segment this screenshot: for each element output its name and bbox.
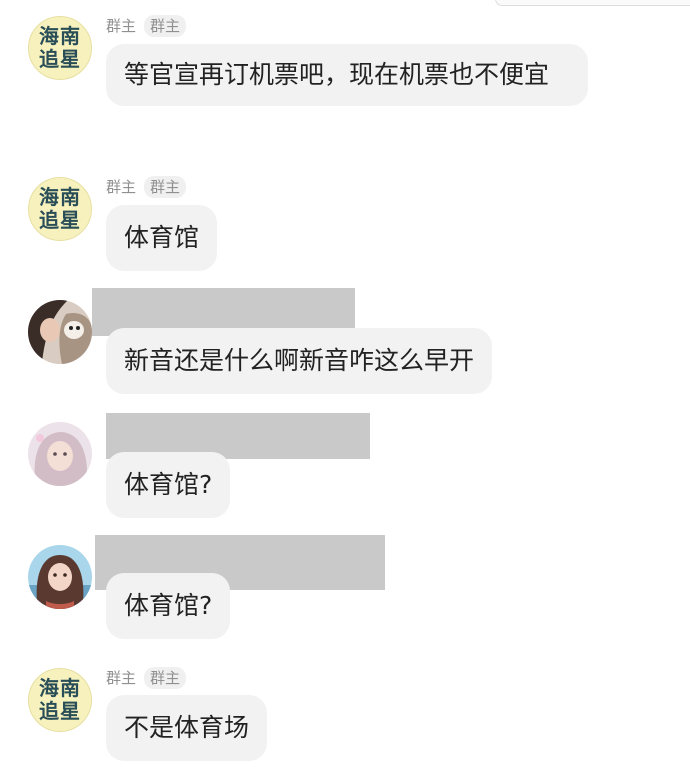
avatar-user-photo[interactable] [28, 422, 92, 486]
user-photo-image [28, 300, 92, 364]
sender-badges: 群主 群主 [106, 176, 187, 198]
avatar-text-line1: 海南 [39, 24, 81, 48]
message-bubble[interactable]: 新音还是什么啊新音咋这么早开 [106, 328, 493, 394]
group-owner-badge: 群主 [144, 15, 187, 37]
avatar-user-photo[interactable] [28, 300, 92, 364]
avatar-text-line2: 追星 [39, 47, 81, 71]
message-bubble[interactable]: 体育馆? [106, 452, 231, 518]
group-owner-badge: 群主 [144, 667, 187, 689]
sender-badges: 群主 群主 [106, 667, 187, 689]
group-owner-badge: 群主 [106, 17, 137, 35]
group-owner-badge: 群主 [106, 178, 137, 196]
input-box-edge [495, 0, 690, 6]
user-photo-image [28, 545, 92, 609]
avatar-text-line1: 海南 [39, 185, 81, 209]
avatar-text-line2: 追星 [39, 208, 81, 232]
group-owner-badge: 群主 [106, 669, 137, 687]
avatar-text-line2: 追星 [39, 699, 81, 723]
avatar-text-line1: 海南 [39, 676, 81, 700]
message-bubble[interactable]: 体育馆 [106, 205, 218, 271]
avatar-hainan-zhuixing[interactable]: 海南 追星 [28, 16, 92, 80]
message-bubble[interactable]: 不是体育场 [106, 695, 268, 761]
message-bubble[interactable]: 体育馆? [106, 573, 231, 639]
message-bubble[interactable]: 等官宣再订机票吧，现在机票也不便宜 [106, 44, 588, 106]
sender-badges: 群主 群主 [106, 15, 187, 37]
avatar-user-photo[interactable] [28, 545, 92, 609]
group-owner-badge: 群主 [144, 176, 187, 198]
user-photo-image [28, 422, 92, 486]
avatar-hainan-zhuixing[interactable]: 海南 追星 [28, 668, 92, 732]
avatar-hainan-zhuixing[interactable]: 海南 追星 [28, 177, 92, 241]
